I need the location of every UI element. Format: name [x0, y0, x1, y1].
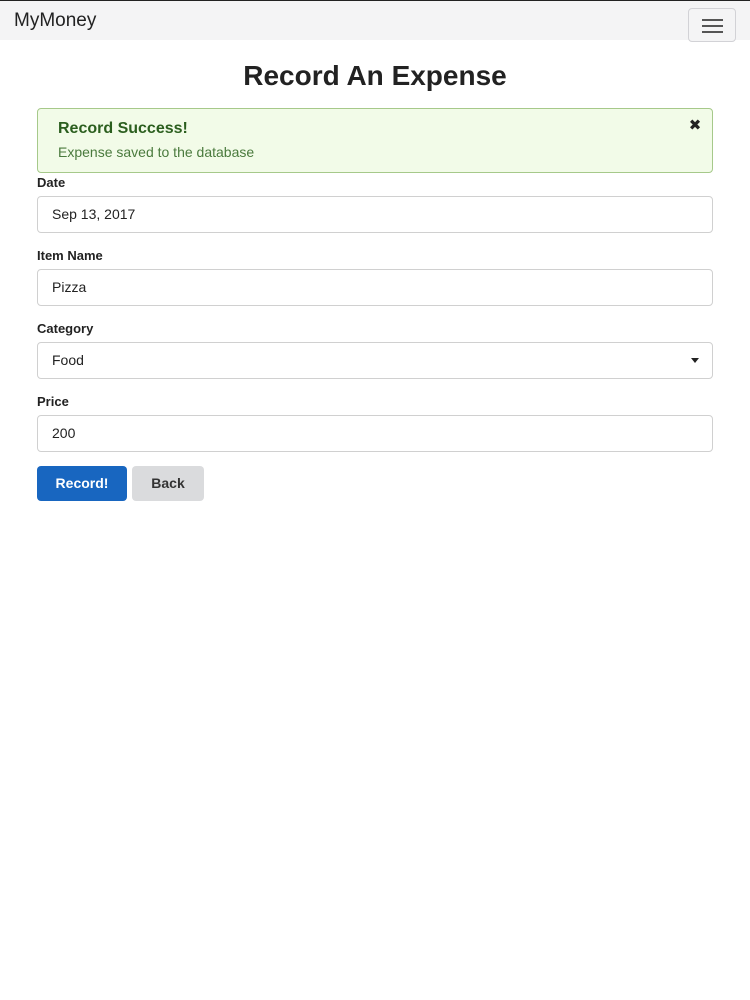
alert-message: Expense saved to the database	[58, 144, 255, 160]
price-label: Price	[37, 394, 69, 409]
category-select[interactable]: Food	[37, 342, 713, 379]
date-field[interactable]: Sep 13, 2017	[37, 196, 713, 233]
navbar: MyMoney	[0, 0, 750, 42]
item-name-field[interactable]: Pizza	[37, 269, 713, 306]
category-selected-value: Food	[52, 352, 84, 368]
hamburger-menu-icon-bar	[702, 25, 723, 27]
date-label: Date	[37, 175, 66, 190]
alert-title: Record Success!	[58, 120, 188, 137]
hamburger-menu-icon-bar	[702, 31, 723, 33]
success-alert: Record Success! Expense saved to the dat…	[37, 108, 713, 173]
hamburger-menu-button[interactable]	[688, 8, 736, 42]
close-icon[interactable]: ✖	[686, 117, 704, 135]
brand-link[interactable]: MyMoney	[14, 10, 96, 32]
category-label: Category	[37, 321, 94, 336]
back-button[interactable]: Back	[132, 466, 204, 501]
record-button[interactable]: Record!	[37, 466, 127, 501]
price-field[interactable]: 200	[37, 415, 713, 452]
item-name-label: Item Name	[37, 248, 103, 263]
page-title: Record An Expense	[243, 60, 507, 91]
caret-down-icon	[691, 358, 699, 363]
hamburger-menu-icon	[702, 19, 723, 21]
